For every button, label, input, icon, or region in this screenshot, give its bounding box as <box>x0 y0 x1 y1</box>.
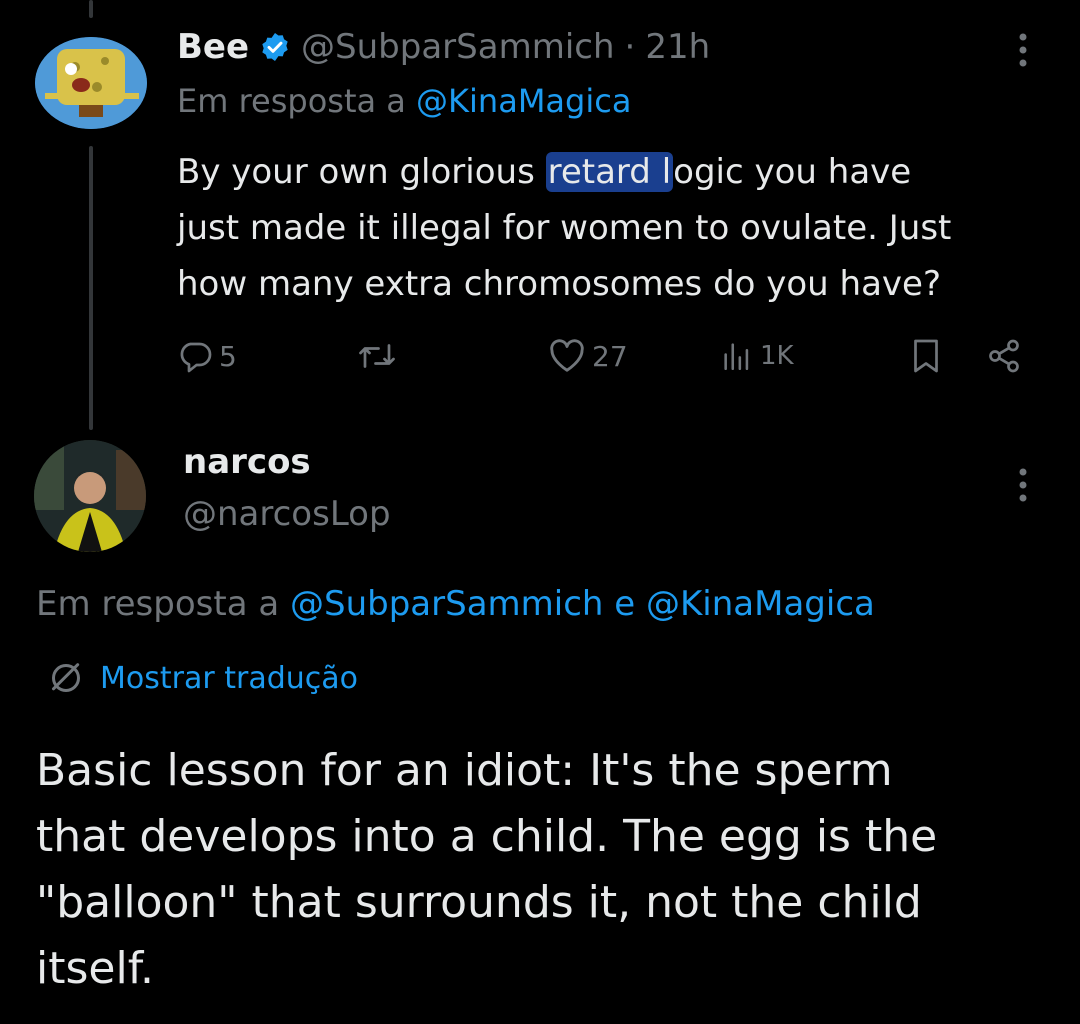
tweet2-text-line1: Basic lesson for an idiot: It's the sper… <box>36 745 893 796</box>
retweet-icon <box>356 338 398 374</box>
tweet2-text-line2: that develops into a child. The egg is t… <box>36 811 938 862</box>
globe-translate-icon <box>46 658 86 698</box>
like-count: 27 <box>592 339 628 373</box>
avatar-narcos[interactable] <box>34 440 146 552</box>
thread-line-middle <box>89 146 93 430</box>
bookmark-icon <box>910 338 942 374</box>
reply-joiner: e <box>614 584 636 624</box>
tweet-text-line1-start: By your own glorious <box>177 152 546 192</box>
separator: · <box>624 27 636 67</box>
tweet-text-line2: just made it illegal for women to ovulat… <box>177 208 952 248</box>
tweet2-text-line4: itself. <box>36 943 154 994</box>
reply-context-2: Em resposta a @SubparSammich e @KinaMagi… <box>36 584 875 624</box>
more-options-icon[interactable] <box>1010 30 1036 70</box>
show-translation-label[interactable]: Mostrar tradução <box>100 661 358 696</box>
handle-2[interactable]: @narcosLop <box>183 494 391 534</box>
views-icon <box>720 339 754 373</box>
reply-icon <box>177 338 213 374</box>
reply-mention-1[interactable]: @SubparSammich <box>290 584 603 624</box>
view-count: 1K <box>760 341 794 371</box>
show-translation-button[interactable]: Mostrar tradução <box>46 656 358 700</box>
retweet-button[interactable] <box>356 336 398 376</box>
views-button[interactable]: 1K <box>720 336 794 376</box>
tweet-text-line3: how many extra chromosomes do you have? <box>177 264 942 304</box>
share-button[interactable] <box>986 336 1022 376</box>
reply-prefix: Em resposta a <box>177 82 406 120</box>
display-name-2[interactable]: narcos <box>183 442 311 482</box>
reply-mention[interactable]: @KinaMagica <box>416 82 631 120</box>
like-button[interactable]: 27 <box>548 336 628 376</box>
tweet-text-line1-end: ogic you have <box>673 152 912 192</box>
thread-line-top <box>89 0 93 18</box>
avatar-bee[interactable] <box>35 37 147 129</box>
verified-badge-icon <box>259 31 291 63</box>
tweet-text-2: Basic lesson for an idiot: It's the sper… <box>36 738 937 1002</box>
display-name[interactable]: Bee <box>177 27 249 67</box>
reply-prefix-2: Em resposta a <box>36 584 280 624</box>
tweet2-text-line3: "balloon" that surrounds it, not the chi… <box>36 877 922 928</box>
like-icon <box>548 338 586 374</box>
timestamp[interactable]: 21h <box>645 27 710 67</box>
share-icon <box>986 338 1022 374</box>
reply-count: 5 <box>219 339 237 373</box>
reply-mention-2[interactable]: @KinaMagica <box>646 584 875 624</box>
more-options-icon[interactable] <box>1010 465 1036 505</box>
reply-button[interactable]: 5 <box>177 336 237 376</box>
reply-context: Em resposta a @KinaMagica <box>177 82 631 120</box>
bookmark-button[interactable] <box>910 336 942 376</box>
tweet-text: By your own glorious retard logic you ha… <box>177 144 951 312</box>
selection-highlight: retard l <box>545 152 674 192</box>
handle[interactable]: @SubparSammich <box>301 27 614 67</box>
